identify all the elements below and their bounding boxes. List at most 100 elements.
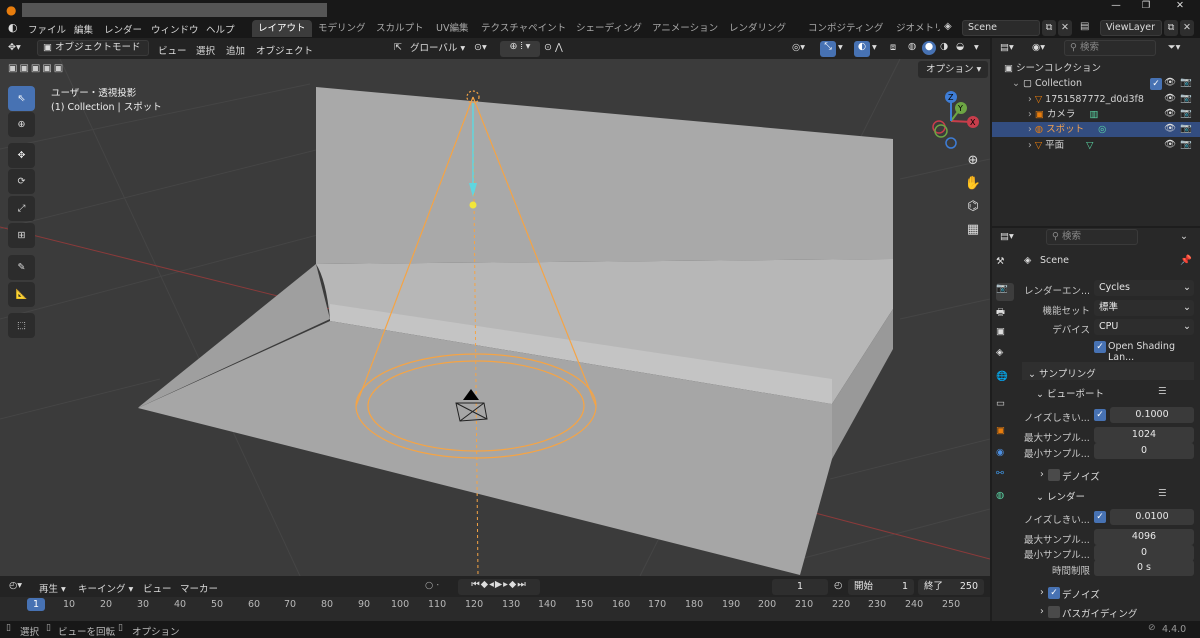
tool-tab-icon[interactable]: ⚒: [996, 256, 1014, 274]
outliner-display-mode-icon[interactable]: ◉▾: [1032, 42, 1045, 53]
scene-selector[interactable]: Scene: [962, 20, 1040, 36]
r-time-limit-field[interactable]: 0 s: [1094, 560, 1194, 576]
new-scene-icon[interactable]: ⧉: [1042, 20, 1056, 36]
outliner-editor-icon[interactable]: ▤▾: [1000, 42, 1014, 53]
timeline-editor-icon[interactable]: ◴▾: [9, 580, 22, 591]
feature-set-dropdown[interactable]: 標準 ⌄: [1094, 300, 1194, 316]
outliner-scene-collection[interactable]: ▣ シーンコレクション: [992, 61, 1200, 76]
properties-search[interactable]: ⚲ 検索: [1046, 229, 1138, 245]
perspective-toggle-icon[interactable]: ▦: [962, 219, 984, 241]
render-camera-icon[interactable]: 📷: [1180, 93, 1192, 104]
annotate-tool-icon[interactable]: ✎: [8, 255, 35, 280]
path-guiding-subsection[interactable]: ›: [1040, 606, 1044, 617]
rendered-shading-icon[interactable]: ◒: [956, 41, 964, 52]
expand-arrow-icon[interactable]: ›: [1028, 94, 1035, 105]
proportional-edit-icon[interactable]: ⊙ ⋀: [544, 42, 563, 53]
gizmo-dropdown-icon[interactable]: ▾: [838, 42, 843, 53]
wireframe-shading-icon[interactable]: ◍: [908, 41, 916, 52]
workspace-tab-animation[interactable]: アニメーション: [646, 20, 724, 37]
view-layer-icon[interactable]: ▤: [1080, 21, 1089, 32]
camera-view-icon[interactable]: ⌬: [962, 196, 984, 218]
workspace-tab-shading[interactable]: シェーディング: [570, 20, 648, 37]
transform-tool-icon[interactable]: ⊞: [8, 223, 35, 248]
viewport-scene[interactable]: [0, 59, 990, 576]
list-menu-icon[interactable]: ☰: [1158, 488, 1167, 499]
physics-tab-icon[interactable]: ◉: [996, 447, 1014, 465]
camera-data-icon[interactable]: ▥: [1089, 109, 1098, 120]
scene-tab-icon[interactable]: ◈: [996, 347, 1014, 365]
workspace-tab-texture-paint[interactable]: テクスチャペイント: [475, 20, 572, 37]
playback-controls[interactable]: ⏮◆◂▶▸◆⏭: [458, 579, 540, 595]
editor-type-icon[interactable]: ✥▾: [8, 42, 21, 53]
pin-icon[interactable]: 📌: [1180, 255, 1192, 266]
light-data-icon[interactable]: ◎: [1098, 124, 1106, 135]
vp-denoise-subsection[interactable]: ›: [1040, 469, 1044, 480]
mode-selector[interactable]: ▣ オブジェクトモード ▾: [37, 40, 149, 67]
start-frame-field[interactable]: 開始 1: [848, 579, 914, 595]
visibility-eye-icon[interactable]: 👁: [1164, 108, 1176, 119]
render-camera-icon[interactable]: 📷: [1180, 108, 1192, 119]
overlay-toggle-icon[interactable]: ◐: [854, 41, 870, 57]
timeline-menu-marker[interactable]: マーカー: [180, 581, 218, 595]
menu-window[interactable]: ウィンドウ: [151, 22, 199, 36]
device-dropdown[interactable]: CPU ⌄: [1094, 319, 1194, 335]
blender-menu-icon[interactable]: ◐: [8, 21, 18, 34]
list-menu-icon[interactable]: ☰: [1158, 386, 1167, 397]
visibility-eye-icon[interactable]: 👁: [1164, 123, 1176, 134]
light-data-tab-icon[interactable]: ◍: [996, 490, 1014, 508]
render-engine-dropdown[interactable]: Cycles ⌄: [1094, 280, 1194, 296]
transform-orientation-icon[interactable]: ⇱: [394, 42, 402, 53]
delete-view-layer-icon[interactable]: ✕: [1180, 20, 1194, 36]
r-noise-field[interactable]: 0.0100: [1110, 509, 1194, 525]
render-subsection[interactable]: ⌄ レンダー: [1036, 489, 1085, 503]
solid-shading-icon[interactable]: ●: [922, 41, 936, 55]
timeline-menu-view[interactable]: ビュー: [143, 581, 172, 595]
properties-options-icon[interactable]: ⌄: [1180, 231, 1188, 242]
workspace-tab-rendering[interactable]: レンダリング: [723, 20, 792, 37]
options-dropdown[interactable]: オプション ▾: [918, 61, 988, 78]
workspace-tab-sculpt[interactable]: スカルプト: [370, 20, 430, 37]
new-view-layer-icon[interactable]: ⧉: [1164, 20, 1178, 36]
r-denoise-checkbox[interactable]: ✓: [1048, 587, 1060, 599]
auto-keying-icon[interactable]: ○ ⋅: [425, 580, 439, 591]
visibility-eye-icon[interactable]: 👁: [1164, 139, 1176, 150]
collection-render-icon[interactable]: 📷: [1180, 77, 1192, 88]
world-tab-icon[interactable]: 🌐: [996, 371, 1014, 389]
pivot-point-icon[interactable]: ⊙▾: [474, 42, 487, 53]
delete-scene-icon[interactable]: ✕: [1058, 20, 1072, 36]
close-button[interactable]: ✕: [1170, 0, 1190, 17]
viewport-menu-view[interactable]: ビュー: [158, 43, 187, 57]
viewport-menu-object[interactable]: オブジェクト: [256, 43, 313, 57]
expand-arrow-icon[interactable]: ›: [1028, 124, 1035, 135]
workspace-tab-layout[interactable]: レイアウト: [252, 20, 312, 37]
maximize-button[interactable]: ❐: [1136, 0, 1156, 17]
snap-icon[interactable]: ⊕ ⦙ ▾: [500, 41, 540, 57]
xray-icon[interactable]: ⧈: [890, 42, 896, 53]
workspace-tab-compositing[interactable]: コンポジティング: [802, 20, 889, 37]
filter-icon[interactable]: ⏷▾: [1168, 42, 1180, 53]
vp-min-samples-field[interactable]: 0: [1094, 443, 1194, 459]
sampling-section[interactable]: ⌄ サンプリング: [1028, 366, 1096, 380]
menu-render[interactable]: レンダー: [104, 22, 142, 36]
menu-file[interactable]: ファイル: [28, 22, 66, 36]
minimize-button[interactable]: —: [1106, 0, 1126, 17]
current-frame-field[interactable]: 1: [772, 579, 828, 595]
expand-arrow-icon[interactable]: ⌄: [1012, 78, 1023, 89]
vp-noise-checkbox[interactable]: ✓: [1094, 409, 1106, 421]
select-tool-icon[interactable]: ⇖: [8, 86, 35, 111]
constraints-tab-icon[interactable]: ⚯: [996, 468, 1014, 486]
blender-logo-icon[interactable]: ●: [6, 3, 20, 17]
path-guiding-checkbox[interactable]: [1048, 606, 1060, 618]
osl-checkbox[interactable]: ✓: [1094, 341, 1106, 353]
scale-tool-icon[interactable]: ⤢: [8, 196, 35, 221]
r-min-samples-field[interactable]: 0: [1094, 545, 1194, 561]
gizmo-toggle-icon[interactable]: ⤡: [820, 41, 836, 57]
navigation-gizmo[interactable]: X Y Z: [920, 89, 984, 153]
visibility-eye-icon[interactable]: 👁: [1164, 93, 1176, 104]
select-mode-icons[interactable]: ▣▣▣▣▣: [8, 63, 80, 77]
scene-icon[interactable]: ◈: [944, 21, 952, 32]
cursor-tool-icon[interactable]: ⊕: [8, 112, 35, 137]
move-tool-icon[interactable]: ✥: [8, 143, 35, 168]
vp-noise-field[interactable]: 0.1000: [1110, 407, 1194, 423]
add-cube-tool-icon[interactable]: ⬚: [8, 313, 35, 338]
